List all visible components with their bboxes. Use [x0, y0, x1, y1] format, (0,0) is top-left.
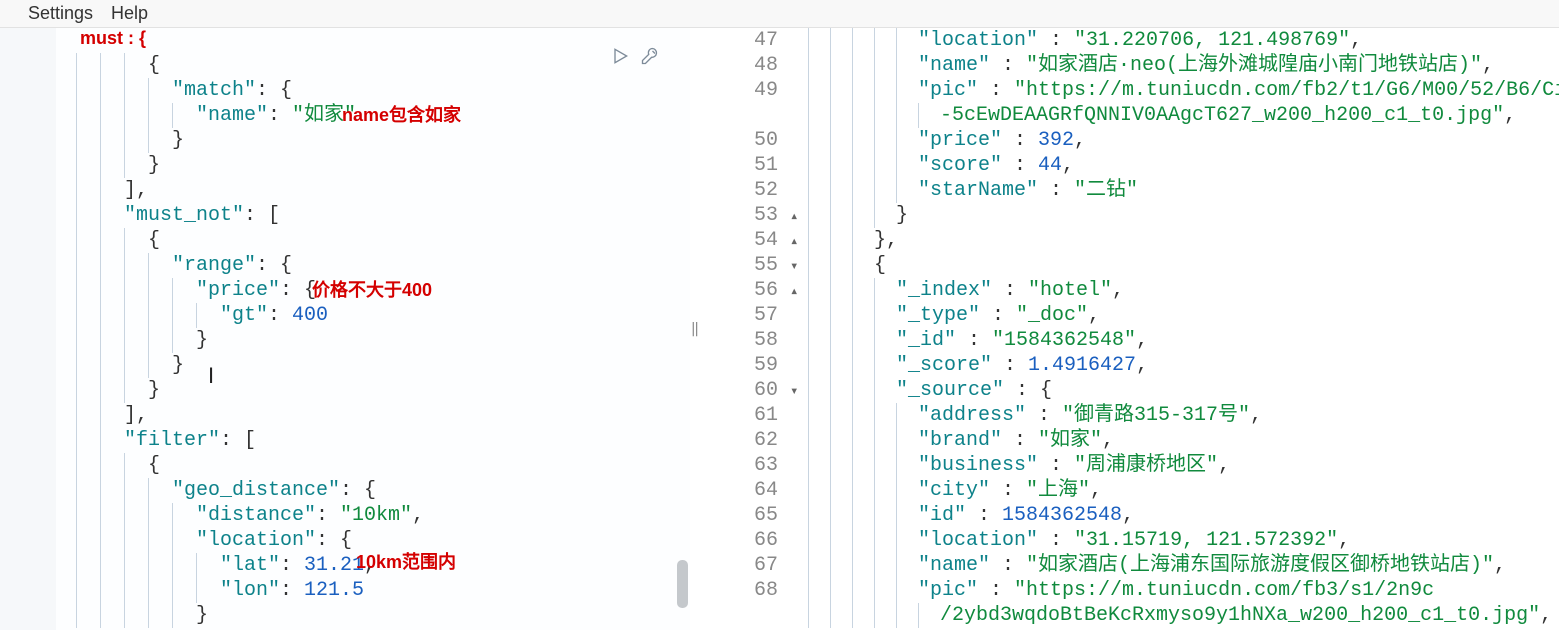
code-line[interactable]: } [76, 353, 690, 378]
right-fold-gutter: ▴ ▴ ▾ ▴ ▾ [788, 28, 808, 630]
left-scrollbar[interactable] [677, 28, 688, 630]
right-gutter: 474849 5051525354555657585960616263646566… [700, 28, 788, 630]
code-line[interactable]: "brand" : "如家", [808, 428, 1559, 453]
response-viewer-pane[interactable]: 474849 5051525354555657585960616263646566… [700, 28, 1559, 630]
code-line[interactable]: } [808, 203, 1559, 228]
line-number: 53 [700, 203, 778, 228]
line-number: 57 [700, 303, 778, 328]
code-line[interactable]: ], [76, 403, 690, 428]
line-number: 63 [700, 453, 778, 478]
menu-help[interactable]: Help [111, 3, 148, 24]
code-line[interactable] [76, 28, 690, 53]
line-number: 49 [700, 78, 778, 103]
code-line[interactable]: { [76, 453, 690, 478]
annotation-price-not-gt: 价格不大于400 [312, 276, 432, 302]
code-line[interactable]: "_score" : 1.4916427, [808, 353, 1559, 378]
code-line[interactable]: "starName" : "二钻" [808, 178, 1559, 203]
line-number: 58 [700, 328, 778, 353]
code-line[interactable]: /2ybd3wqdoBtBeKcRxmyso9y1hNXa_w200_h200_… [808, 603, 1559, 628]
code-line[interactable]: "_index" : "hotel", [808, 278, 1559, 303]
code-line[interactable]: } [76, 153, 690, 178]
code-line[interactable]: "address" : "御青路315-317号", [808, 403, 1559, 428]
wrench-icon[interactable] [640, 46, 660, 66]
code-line[interactable]: } [76, 328, 690, 353]
line-number: 55 [700, 253, 778, 278]
annotation-name-contains: name包含如家 [342, 101, 461, 127]
code-line[interactable]: "pic" : "https://m.tuniucdn.com/fb3/s1/2… [808, 578, 1559, 603]
code-line[interactable]: "match": { [76, 78, 690, 103]
fold-expand-icon[interactable]: ▾ [790, 383, 798, 400]
line-number: 54 [700, 228, 778, 253]
line-number: 64 [700, 478, 778, 503]
code-line[interactable]: "must_not": [ [76, 203, 690, 228]
code-line[interactable]: "name" : "如家酒店(上海浦东国际旅游度假区御桥地铁站店)", [808, 553, 1559, 578]
code-line[interactable]: }, [808, 228, 1559, 253]
fold-expand-icon[interactable]: ▾ [790, 258, 798, 275]
code-line[interactable]: "_type" : "_doc", [808, 303, 1559, 328]
line-number: 68 [700, 578, 778, 603]
code-line[interactable]: } [76, 378, 690, 403]
code-line[interactable]: "range": { [76, 253, 690, 278]
line-number: 67 [700, 553, 778, 578]
code-line[interactable]: { [76, 53, 690, 78]
splitter-handle-icon: ‖ [691, 321, 699, 338]
line-number: 61 [700, 403, 778, 428]
line-number: 56 [700, 278, 778, 303]
line-number: 51 [700, 153, 778, 178]
code-line[interactable]: { [76, 228, 690, 253]
code-line[interactable]: "_source" : { [808, 378, 1559, 403]
code-line[interactable]: "distance": "10km", [76, 503, 690, 528]
text-cursor: I [208, 363, 214, 389]
left-scroll-thumb[interactable] [677, 560, 688, 608]
code-line[interactable]: -5cEwDEAAGRfQNNIV0AAgcT627_w200_h200_c1_… [808, 103, 1559, 128]
fold-collapse-icon[interactable]: ▴ [790, 283, 798, 300]
code-line[interactable]: "pic" : "https://m.tuniucdn.com/fb2/t1/G… [808, 78, 1559, 103]
line-number: 65 [700, 503, 778, 528]
line-number: 59 [700, 353, 778, 378]
line-number: 62 [700, 428, 778, 453]
response-code-area[interactable]: "location" : "31.220706, 121.498769","na… [808, 28, 1559, 630]
request-editor-pane[interactable]: {"match": {"name": "如家"}}],"must_not": [… [0, 28, 690, 630]
code-line[interactable]: } [76, 603, 690, 628]
annotation-must: must : { [80, 28, 146, 49]
code-line[interactable]: ], [76, 178, 690, 203]
code-line[interactable]: "gt": 400 [76, 303, 690, 328]
code-line[interactable]: "business" : "周浦康桥地区", [808, 453, 1559, 478]
code-line[interactable]: "lon": 121.5 [76, 578, 690, 603]
code-line[interactable]: "_id" : "1584362548", [808, 328, 1559, 353]
code-line[interactable]: "location" : "31.220706, 121.498769", [808, 28, 1559, 53]
pane-splitter[interactable]: ‖ [690, 28, 700, 630]
line-number: 48 [700, 53, 778, 78]
code-line[interactable]: "score" : 44, [808, 153, 1559, 178]
code-line[interactable]: "filter": [ [76, 428, 690, 453]
menubar: Settings Help [0, 0, 1559, 28]
workspace: {"match": {"name": "如家"}}],"must_not": [… [0, 28, 1559, 630]
line-number: 52 [700, 178, 778, 203]
code-line[interactable]: "city" : "上海", [808, 478, 1559, 503]
line-number: 66 [700, 528, 778, 553]
annotation-within-10km: 10km范围内 [356, 548, 456, 574]
code-line[interactable]: { [808, 253, 1559, 278]
code-line[interactable]: "price" : 392, [808, 128, 1559, 153]
line-number: 60 [700, 378, 778, 403]
left-gutter [0, 28, 56, 630]
editor-action-icons [610, 46, 660, 66]
line-number: 47 [700, 28, 778, 53]
menu-settings[interactable]: Settings [28, 3, 93, 24]
code-line[interactable]: } [76, 128, 690, 153]
code-line[interactable]: "name" : "如家酒店·neo(上海外滩城隍庙小南门地铁站店)", [808, 53, 1559, 78]
fold-collapse-icon[interactable]: ▴ [790, 233, 798, 250]
fold-collapse-icon[interactable]: ▴ [790, 208, 798, 225]
line-number: 50 [700, 128, 778, 153]
code-line[interactable]: "geo_distance": { [76, 478, 690, 503]
code-line[interactable]: "location" : "31.15719, 121.572392", [808, 528, 1559, 553]
run-icon[interactable] [610, 46, 630, 66]
code-line[interactable]: "id" : 1584362548, [808, 503, 1559, 528]
